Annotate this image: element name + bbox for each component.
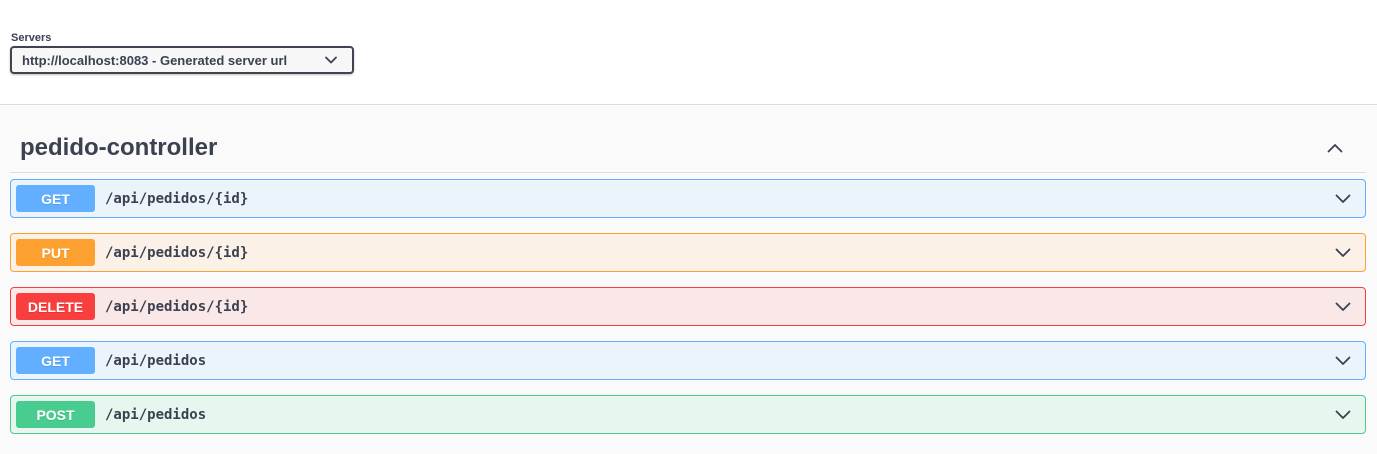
server-select-value: http://localhost:8083 - Generated server… <box>22 52 288 68</box>
method-badge: GET <box>16 185 95 212</box>
operation-path: /api/pedidos/{id} <box>105 244 249 261</box>
operation-row[interactable]: GET/api/pedidos <box>10 341 1366 380</box>
operation-path: /api/pedidos/{id} <box>105 298 249 315</box>
servers-section: Servers http://localhost:8083 - Generate… <box>0 0 1377 105</box>
method-badge: PUT <box>16 239 95 266</box>
operation-path: /api/pedidos <box>105 406 207 423</box>
chevron-down-icon[interactable] <box>1331 187 1355 211</box>
method-badge: DELETE <box>16 293 95 320</box>
operation-row[interactable]: PUT/api/pedidos/{id} <box>10 233 1366 272</box>
chevron-down-icon[interactable] <box>1331 403 1355 427</box>
chevron-down-icon[interactable] <box>1331 295 1355 319</box>
chevron-down-icon <box>320 49 342 71</box>
operation-row[interactable]: GET/api/pedidos/{id} <box>10 179 1366 218</box>
method-badge: GET <box>16 347 95 374</box>
chevron-down-icon[interactable] <box>1331 241 1355 265</box>
method-badge: POST <box>16 401 95 428</box>
chevron-up-icon[interactable] <box>1324 137 1346 159</box>
servers-label: Servers <box>11 32 52 44</box>
operation-row[interactable]: POST/api/pedidos <box>10 395 1366 434</box>
chevron-down-icon[interactable] <box>1331 349 1355 373</box>
operations-area: pedido-controller GET/api/pedidos/{id} PU… <box>0 105 1377 454</box>
tag-header[interactable]: pedido-controller <box>10 105 1366 173</box>
operation-path: /api/pedidos/{id} <box>105 190 249 207</box>
tag-title: pedido-controller <box>20 134 218 161</box>
operation-row[interactable]: DELETE/api/pedidos/{id} <box>10 287 1366 326</box>
server-select[interactable]: http://localhost:8083 - Generated server… <box>10 46 354 74</box>
operation-path: /api/pedidos <box>105 352 207 369</box>
